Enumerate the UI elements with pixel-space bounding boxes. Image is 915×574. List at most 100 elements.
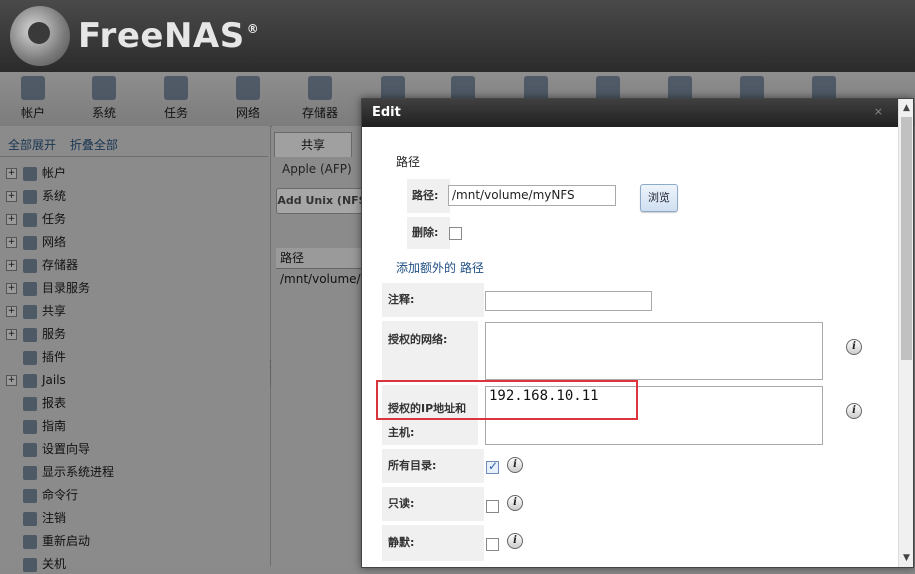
expand-icon[interactable]: + — [6, 375, 17, 386]
storage-icon — [308, 76, 332, 100]
tree-item-reports[interactable]: 报表 — [6, 393, 66, 413]
tree-item-tasks[interactable]: + 任务 — [6, 209, 66, 229]
wizard-icon — [23, 442, 37, 457]
dialog-scrollbar[interactable]: ▲ ▼ — [898, 99, 913, 567]
reports-icon — [23, 396, 37, 411]
path-label: 路径: — [407, 179, 450, 213]
tree-item-directory[interactable]: + 目录服务 — [6, 278, 90, 298]
tree-item-processes[interactable]: 显示系统进程 — [6, 462, 114, 482]
scroll-up-arrow-icon[interactable]: ▲ — [899, 101, 913, 115]
quiet-checkbox[interactable] — [486, 538, 499, 551]
nav-tree: + 帐户 + 系统 + 任务 + 网络 + 存储器 + 目录服务 + 共享 + 服务 插件 + J… — [0, 156, 268, 572]
scroll-thumb[interactable] — [901, 117, 912, 360]
grid-cell-path[interactable]: /mnt/volume/ — [276, 270, 370, 288]
sharing-icon — [451, 76, 475, 100]
grid-header-path[interactable]: 路径 — [276, 248, 370, 269]
tab-sharing[interactable]: 共享 — [274, 132, 352, 157]
delete-checkbox[interactable] — [449, 227, 462, 240]
collapse-all-link[interactable]: 折叠全部 — [70, 138, 118, 152]
users-icon — [23, 166, 37, 181]
info-icon[interactable]: i — [507, 533, 523, 549]
nav-wizard[interactable] — [793, 76, 855, 100]
nav-services[interactable] — [505, 76, 567, 100]
tree-item-reboot[interactable]: 重新启动 — [6, 531, 90, 551]
sharing-icon — [23, 304, 37, 319]
info-icon[interactable]: i — [846, 339, 862, 355]
system-icon — [92, 76, 116, 100]
edit-dialog: Edit ⨯ 路径 路径: /mnt/volume/myNFS 浏览 删除: 添… — [361, 98, 914, 568]
expand-icon[interactable]: + — [6, 214, 17, 225]
alldirs-checkbox[interactable] — [486, 459, 499, 474]
browse-button[interactable]: 浏览 — [640, 184, 678, 212]
shell-icon — [23, 488, 37, 503]
tree-controls: 全部展开 折叠全部 — [8, 136, 128, 153]
services-icon — [524, 76, 548, 100]
nav-reports[interactable] — [721, 76, 783, 100]
users-icon — [21, 76, 45, 100]
nav-directory[interactable] — [362, 76, 424, 100]
tree-item-shell[interactable]: 命令行 — [6, 485, 78, 505]
tree-item-sharing[interactable]: + 共享 — [6, 301, 66, 321]
expand-icon[interactable]: + — [6, 306, 17, 317]
network-icon — [236, 76, 260, 100]
tree-item-storage[interactable]: + 存储器 — [6, 255, 78, 275]
expand-icon[interactable]: + — [6, 168, 17, 179]
expand-all-link[interactable]: 全部展开 — [8, 138, 56, 152]
tasks-icon — [164, 76, 188, 100]
close-icon[interactable]: ⨯ — [874, 105, 883, 118]
scroll-down-arrow-icon[interactable]: ▼ — [899, 551, 913, 565]
nav-tasks[interactable]: 任务 — [145, 76, 207, 121]
tree-item-guide[interactable]: 指南 — [6, 416, 66, 436]
expand-icon[interactable]: + — [6, 191, 17, 202]
system-icon — [23, 189, 37, 204]
tree-item-shutdown[interactable]: 关机 — [6, 554, 66, 574]
directory-icon — [381, 76, 405, 100]
left-pane: 全部展开 折叠全部 + 帐户 + 系统 + 任务 + 网络 + 存储器 + 目录服务 + 共享… — [0, 126, 271, 572]
jails-icon — [23, 373, 37, 388]
nav-accounts[interactable]: 帐户 — [2, 76, 64, 121]
nav-plugins[interactable] — [577, 76, 639, 100]
readonly-label: 只读: — [382, 487, 484, 521]
nav-sharing[interactable] — [432, 76, 494, 100]
nav-system[interactable]: 系统 — [73, 76, 135, 121]
info-icon[interactable]: i — [507, 457, 523, 473]
expand-icon[interactable]: + — [6, 329, 17, 340]
shutdown-icon — [23, 557, 37, 572]
networks-label: 授权的网络: — [382, 321, 478, 381]
expand-icon[interactable]: + — [6, 237, 17, 248]
tree-item-system[interactable]: + 系统 — [6, 186, 66, 206]
path-section-title: 路径 — [396, 155, 421, 169]
comment-input[interactable] — [485, 291, 652, 311]
comment-label: 注释: — [382, 283, 484, 317]
tree-item-accounts[interactable]: + 帐户 — [6, 163, 66, 183]
jails-icon — [668, 76, 692, 100]
services-icon — [23, 327, 37, 342]
add-nfs-share-button[interactable]: Add Unix (NFS — [276, 188, 368, 214]
dialog-title: Edit — [362, 99, 913, 127]
quiet-label: 静默: — [382, 525, 484, 561]
add-extra-path-link[interactable]: 添加额外的 路径 — [396, 259, 484, 276]
reboot-icon — [23, 534, 37, 549]
readonly-checkbox[interactable] — [486, 500, 499, 513]
tree-item-network[interactable]: + 网络 — [6, 232, 66, 252]
info-icon[interactable]: i — [846, 403, 862, 419]
tree-item-services[interactable]: + 服务 — [6, 324, 66, 344]
tree-item-jails[interactable]: + Jails — [6, 370, 66, 390]
app-header: FreeNAS ® — [0, 0, 915, 72]
directory-icon — [23, 281, 37, 296]
tree-item-logout[interactable]: 注销 — [6, 508, 66, 528]
expand-icon[interactable]: + — [6, 283, 17, 294]
expand-icon[interactable]: + — [6, 260, 17, 271]
path-input[interactable]: /mnt/volume/myNFS — [448, 185, 616, 206]
info-icon[interactable]: i — [507, 495, 523, 511]
hosts-label-line2: 主机: — [388, 426, 415, 439]
guide-icon — [23, 419, 37, 434]
nav-network[interactable]: 网络 — [217, 76, 279, 121]
nav-storage[interactable]: 存储器 — [289, 76, 351, 121]
processes-icon — [23, 465, 37, 480]
freenas-logo-icon — [10, 6, 70, 66]
tree-item-plugins[interactable]: 插件 — [6, 347, 66, 367]
networks-textarea[interactable] — [485, 322, 823, 380]
tree-item-wizard[interactable]: 设置向导 — [6, 439, 90, 459]
nav-jails[interactable] — [649, 76, 711, 100]
